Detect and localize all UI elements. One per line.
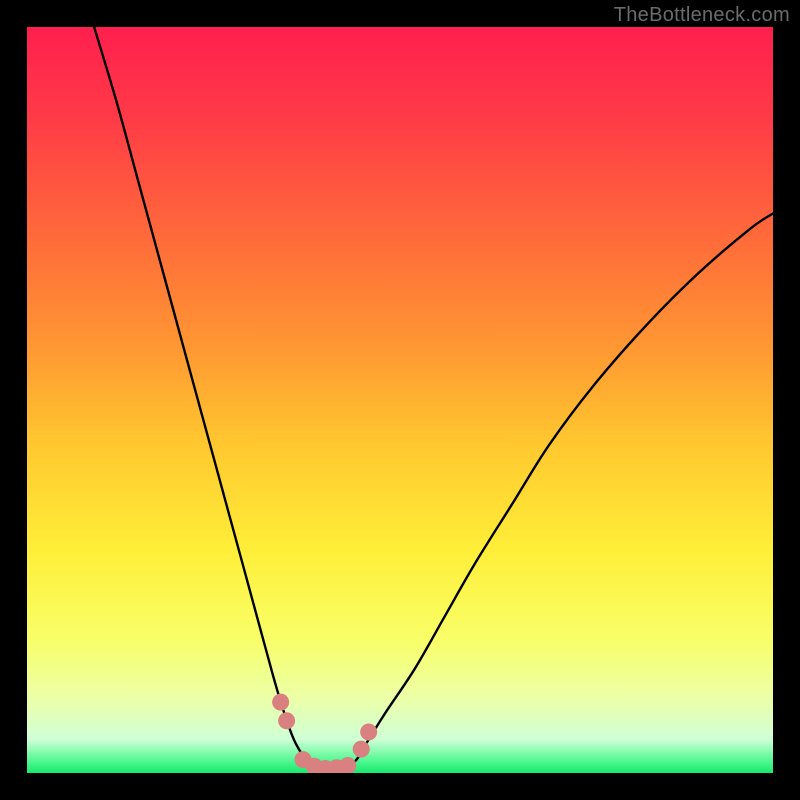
- marker-dot: [360, 723, 377, 740]
- marker-dot: [272, 694, 289, 711]
- watermark-text: TheBottleneck.com: [614, 4, 790, 27]
- marker-dot: [353, 741, 370, 758]
- chart-frame: [27, 27, 773, 773]
- gradient-background: [27, 27, 773, 773]
- marker-dot: [278, 712, 295, 729]
- bottleneck-chart: [27, 27, 773, 773]
